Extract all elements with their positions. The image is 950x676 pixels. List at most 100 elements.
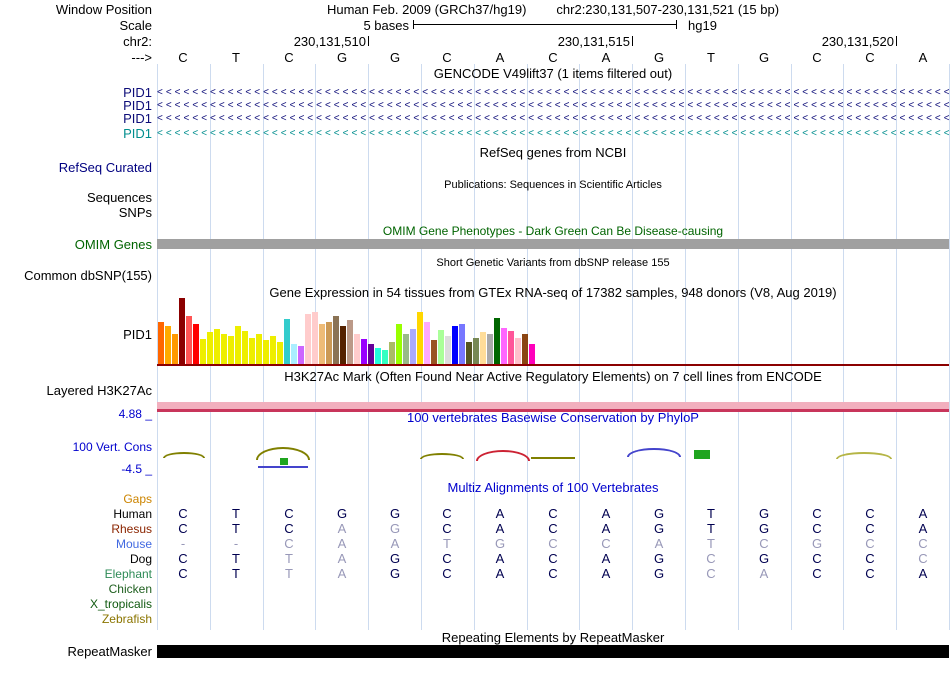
transcript-arrow-line[interactable]: <<<<<<<<<<<<<<<<<<<<<<<<<<<<<<<<<<<<<<<<… [157,112,949,125]
track-label-omim-genes[interactable]: OMIM Genes [0,238,152,252]
multiz-aligned-base: A [495,506,505,521]
multiz-aligned-base: A [918,506,928,521]
gtex-title: Gene Expression in 54 tissues from GTEx … [269,285,837,300]
multiz-aligned-base: C [178,566,188,581]
transcript-arrow-line[interactable]: <<<<<<<<<<<<<<<<<<<<<<<<<<<<<<<<<<<<<<<<… [157,99,949,112]
multiz-species-label[interactable]: Elephant [0,567,152,581]
gtex-expression-bar [522,334,528,364]
multiz-aligned-base: C [918,536,928,551]
track-label-100-vert-cons[interactable]: 100 Vert. Cons [0,440,152,454]
multiz-aligned-base: A [654,536,664,551]
position-range: chr2:230,131,507-230,131,521 (15 bp) [556,2,780,17]
reference-base: C [865,50,875,65]
reference-base: C [284,50,294,65]
phylop-signal-mark [476,450,530,461]
gtex-expression-bar [270,336,276,364]
multiz-aligned-base: C [284,521,294,536]
window-position-label: Window Position [55,2,152,17]
chrom-label: chr2: [123,34,152,49]
multiz-aligned-base: G [389,551,401,566]
transcript-arrow-line[interactable]: <<<<<<<<<<<<<<<<<<<<<<<<<<<<<<<<<<<<<<<<… [157,86,949,99]
gtex-expression-bar [277,342,283,364]
multiz-aligned-base: C [548,521,558,536]
gtex-expression-bar [424,322,430,364]
track-label-repeatmasker[interactable]: RepeatMasker [0,645,152,659]
reference-base: C [178,50,188,65]
multiz-species-label[interactable]: X_tropicalis [0,597,152,611]
multiz-aligned-base: C [812,551,822,566]
reference-base: T [707,50,715,65]
track-label-pid1-transcript[interactable]: PID1 [0,127,152,141]
reference-base: C [812,50,822,65]
scale-bar-left-tick [413,20,414,29]
track-label-sequences[interactable]: Sequences [0,191,152,205]
multiz-aligned-base: T [285,551,293,566]
gtex-expression-bar [410,329,416,364]
multiz-aligned-base: C [548,506,558,521]
gtex-expression-bar [186,316,192,364]
repeatmasker-bar[interactable] [157,645,949,658]
gtex-expression-bar [480,332,486,364]
transcript-arrow-line[interactable]: <<<<<<<<<<<<<<<<<<<<<<<<<<<<<<<<<<<<<<<<… [157,127,949,140]
ruler-tick-mark [896,36,897,46]
gtex-expression-bar [340,326,346,364]
assembly-name: Human Feb. 2009 (GRCh37/hg19) [326,2,527,17]
gtex-expression-bar [305,314,311,364]
multiz-aligned-base: - [180,536,186,551]
multiz-species-label[interactable]: Gaps [0,492,152,506]
publications-title: Publications: Sequences in Scientific Ar… [444,179,662,191]
multiz-aligned-base: A [601,551,611,566]
ruler-coordinate: 230,131,510 [293,34,366,49]
multiz-aligned-base: C [548,566,558,581]
track-label-pid1-transcript[interactable]: PID1 [0,112,152,126]
multiz-aligned-base: A [759,566,769,581]
multiz-aligned-base: C [284,506,294,521]
track-label-common-dbsnp[interactable]: Common dbSNP(155) [0,269,152,283]
multiz-species-label[interactable]: Dog [0,552,152,566]
track-label-refseq-curated[interactable]: RefSeq Curated [0,161,152,175]
gtex-expression-bar [193,324,199,364]
multiz-aligned-base: A [601,566,611,581]
gtex-expression-bar [452,326,458,364]
omim-genes-bar[interactable] [157,239,949,249]
gtex-expression-bar [312,312,318,364]
multiz-title: Multiz Alignments of 100 Vertebrates [447,480,659,495]
multiz-aligned-base: G [336,506,348,521]
gtex-expression-bar [333,316,339,364]
multiz-aligned-base: A [495,521,505,536]
multiz-species-label[interactable]: Rhesus [0,522,152,536]
multiz-aligned-base: - [233,536,239,551]
multiz-aligned-base: C [442,506,452,521]
multiz-species-label[interactable]: Zebrafish [0,612,152,626]
multiz-aligned-base: A [601,506,611,521]
multiz-aligned-base: C [178,551,188,566]
multiz-aligned-base: T [707,506,715,521]
strand-arrow-label: ---> [131,50,152,65]
track-label-snps[interactable]: SNPs [0,206,152,220]
gtex-expression-bar [298,346,304,364]
multiz-species-label[interactable]: Chicken [0,582,152,596]
multiz-aligned-base: T [707,521,715,536]
gtex-expression-bar [235,326,241,364]
scale-bar-right-tick [676,20,677,29]
multiz-aligned-base: T [443,536,451,551]
multiz-aligned-base: A [601,521,611,536]
multiz-species-label[interactable]: Mouse [0,537,152,551]
phylop-signal-mark [280,458,288,465]
gtex-expression-bar [214,329,220,364]
ruler-tick-mark [368,36,369,46]
repeatmasker-title: Repeating Elements by RepeatMasker [441,630,665,645]
track-label-gtex-pid1[interactable]: PID1 [0,328,152,342]
gtex-expression-bar [396,324,402,364]
reference-base: A [495,50,505,65]
gtex-baseline [157,364,949,366]
ruler-coordinate: 230,131,515 [557,34,630,49]
multiz-aligned-base: C [601,536,611,551]
gtex-expression-bar [172,334,178,364]
multiz-aligned-base: A [918,566,928,581]
multiz-aligned-base: C [548,551,558,566]
gtex-expression-bar [494,318,500,364]
track-label-h3k27ac[interactable]: Layered H3K27Ac [0,384,152,398]
multiz-species-label[interactable]: Human [0,507,152,521]
multiz-aligned-base: G [758,506,770,521]
